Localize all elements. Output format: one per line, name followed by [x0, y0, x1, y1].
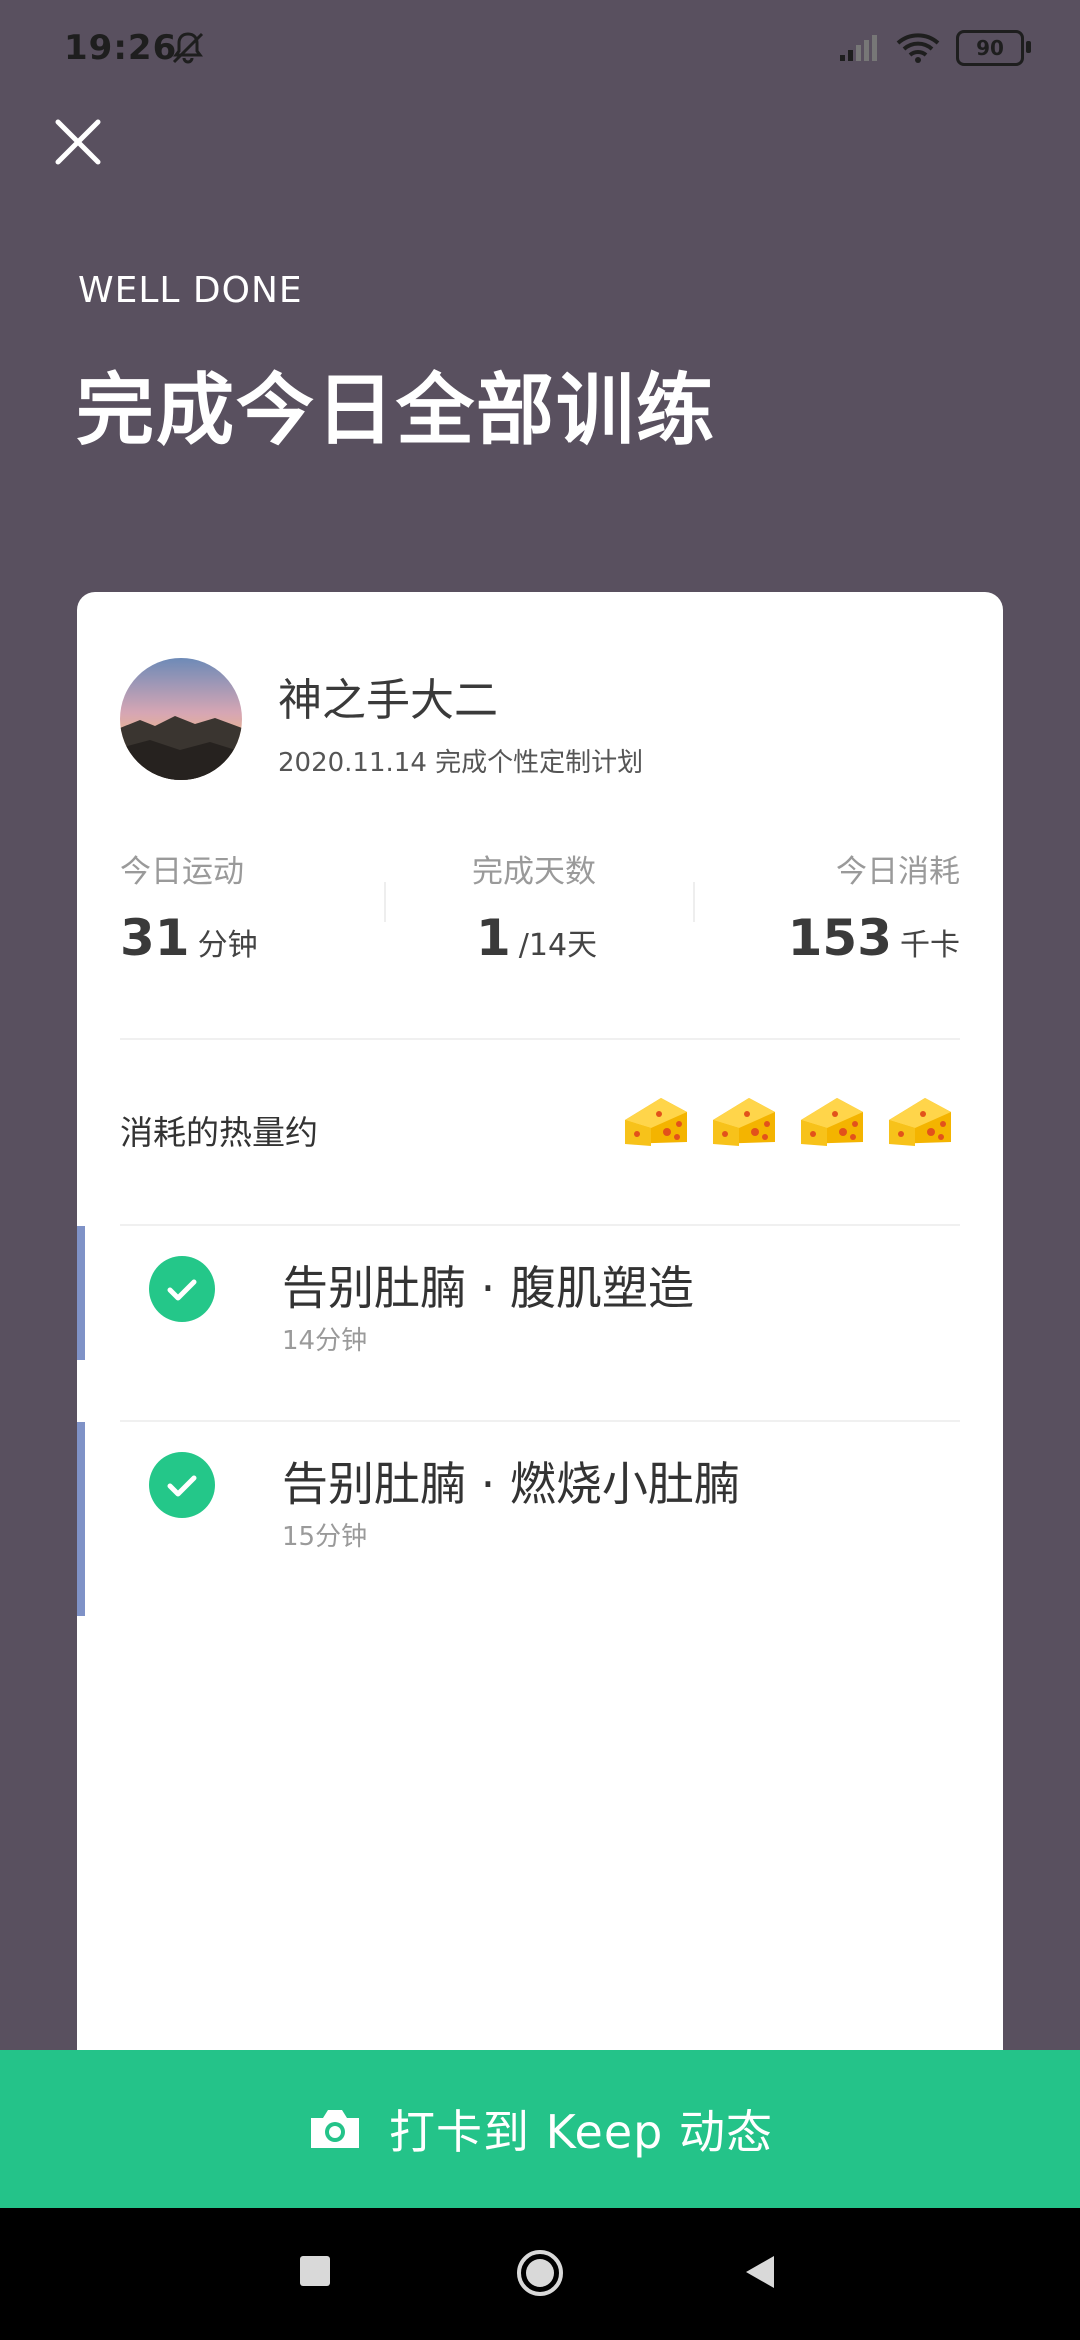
- close-icon[interactable]: [52, 116, 104, 168]
- avatar-image: [120, 658, 242, 780]
- checkin-to-keep-button[interactable]: 打卡到 Keep 动态: [0, 2050, 1080, 2208]
- calorie-equivalent-label: 消耗的热量约: [120, 1113, 318, 1152]
- cheese-icon: [713, 1098, 775, 1146]
- stat-value: 31: [120, 909, 190, 967]
- user-plan-status: 2020.11.14 完成个性定制计划: [278, 748, 644, 778]
- back-button[interactable]: [740, 2252, 778, 2292]
- summary-card: 神之手大二 2020.11.14 完成个性定制计划 今日运动 31 分钟 完成天数…: [77, 592, 1003, 2052]
- stat-label: 今日消耗: [836, 854, 960, 890]
- checkmark-icon: [149, 1256, 215, 1322]
- wifi-icon: [896, 33, 940, 63]
- stat-calories: 今日消耗 153 千卡: [788, 846, 960, 967]
- cheese-icon: [625, 1098, 687, 1146]
- stat-unit: /14天: [518, 928, 598, 963]
- battery-level: 90: [976, 36, 1004, 60]
- stat-completed-days: 完成天数 1/14天: [472, 846, 612, 967]
- avatar[interactable]: [120, 658, 242, 780]
- status-time: 19:26: [64, 28, 178, 68]
- user-name: 神之手大二: [278, 675, 498, 726]
- hero-subtitle: WELL DONE: [78, 270, 303, 311]
- home-button[interactable]: [515, 2248, 565, 2298]
- stat-label: 今日运动: [120, 854, 244, 890]
- stat-label: 完成天数: [472, 854, 596, 890]
- workout-duration: 14分钟: [282, 1326, 368, 1356]
- stat-unit: 分钟: [197, 928, 258, 963]
- stat-divider: [384, 882, 386, 922]
- workout-duration: 15分钟: [282, 1522, 368, 1552]
- calorie-equivalent-icons: [621, 1092, 955, 1150]
- workout-title: 告别肚腩 · 腹肌塑造: [282, 1261, 694, 1315]
- status-bar: 19:26 90: [0, 0, 1080, 100]
- workout-item[interactable]: 告别肚腩 · 腹肌塑造 14分钟: [77, 1226, 1003, 1360]
- system-navigation-bar: [0, 2208, 1080, 2340]
- workout-item[interactable]: 告别肚腩 · 燃烧小肚腩 15分钟: [77, 1422, 1003, 1616]
- cellular-signal-icon: [840, 35, 877, 61]
- stat-unit: 千卡: [900, 928, 960, 963]
- stats-row: 今日运动 31 分钟 完成天数 1/14天 今日消耗 153 千卡: [120, 846, 960, 967]
- stat-value: 153: [787, 909, 892, 967]
- cheese-icon: [801, 1098, 863, 1146]
- divider: [120, 1038, 960, 1040]
- cheese-icon: [889, 1098, 951, 1146]
- battery-indicator: 90: [956, 30, 1031, 66]
- stat-value: 1: [476, 909, 511, 967]
- stat-divider: [693, 882, 695, 922]
- checkmark-icon: [149, 1452, 215, 1518]
- recent-apps-button[interactable]: [300, 2256, 330, 2286]
- stat-exercise-time: 今日运动 31 分钟: [120, 846, 258, 967]
- workout-title: 告别肚腩 · 燃烧小肚腩: [282, 1457, 740, 1511]
- camera-icon: [311, 2110, 360, 2148]
- checkin-button-label: 打卡到 Keep 动态: [389, 2105, 773, 2159]
- page-title: 完成今日全部训练: [76, 366, 717, 456]
- mute-notifications-icon: [172, 32, 204, 64]
